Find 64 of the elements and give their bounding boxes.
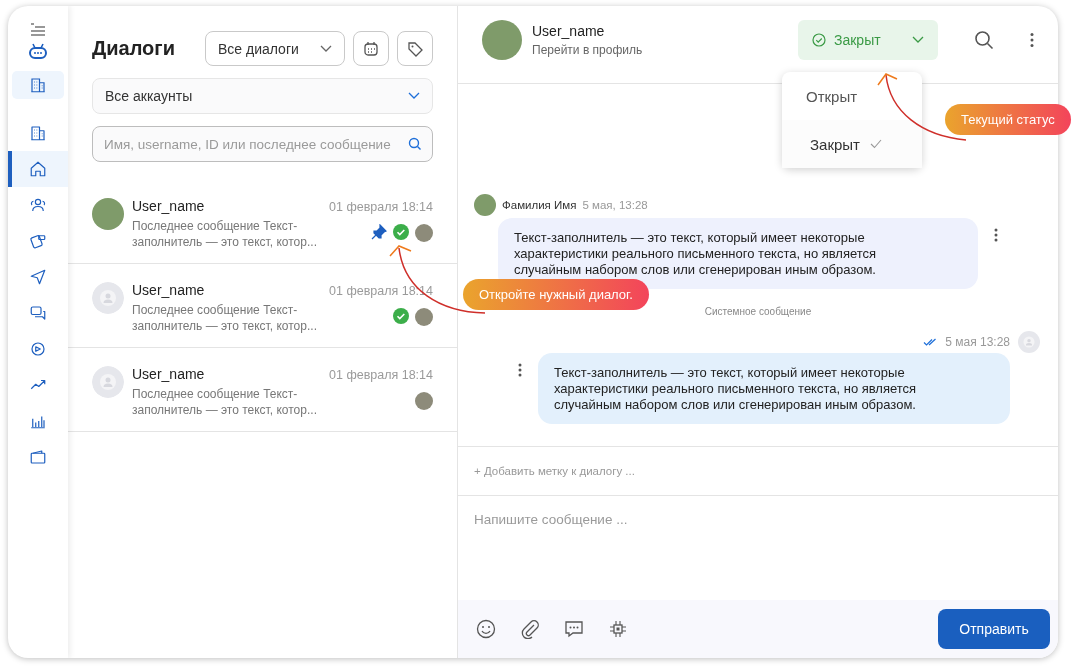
send-icon	[29, 268, 47, 286]
wallet-icon	[29, 448, 47, 466]
profile-link[interactable]: Перейти в профиль	[532, 42, 788, 57]
users-icon	[29, 196, 47, 214]
search-icon	[408, 137, 422, 151]
calendar-icon	[363, 40, 379, 57]
more-icon[interactable]	[994, 228, 998, 242]
robot-icon[interactable]	[28, 43, 48, 61]
message-time: 5 мая, 13:28	[582, 199, 648, 211]
building-icon	[29, 124, 47, 142]
more-icon[interactable]	[518, 363, 522, 377]
chat-bubble-icon[interactable]	[564, 619, 584, 639]
check-circle-icon	[812, 32, 826, 47]
chevron-down-icon	[408, 92, 420, 100]
message-time: 5 мая 13:28	[945, 335, 1010, 349]
sidebar-nav-item[interactable]	[8, 151, 68, 187]
dialog-preview: Последнее сообщение Текст-заполнитель — это текст, котор...	[132, 302, 318, 334]
search-icon[interactable]	[974, 29, 994, 50]
search-field[interactable]: Имя, username, ID или последнее сообщение	[92, 126, 433, 162]
agent-avatar	[415, 308, 433, 326]
dialog-preview: Последнее сообщение Текст-заполнитель — это текст, котор...	[132, 218, 318, 250]
dialog-name: User_name	[132, 198, 205, 214]
agent-avatar	[415, 224, 433, 242]
dialog-name: User_name	[132, 282, 205, 298]
more-icon[interactable]	[1030, 31, 1034, 48]
cards-icon	[29, 232, 47, 250]
user-name: User_name	[532, 22, 606, 39]
chip-icon[interactable]	[608, 619, 628, 639]
dialog-time: 01 февраля 18:14	[329, 368, 433, 382]
system-message: Системное сообщение	[704, 306, 812, 317]
status-option[interactable]: Открыт	[782, 72, 922, 120]
tag-button[interactable]	[397, 31, 433, 66]
author-name: Фамилия Имя	[502, 199, 577, 211]
circle-icon	[29, 340, 47, 358]
tag-icon	[407, 40, 423, 57]
building-icon	[29, 76, 47, 94]
dialog-item[interactable]: User_name 01 февраля 18:14 Последнее сообщение Текст-заполнитель — это текст, котор...	[68, 180, 457, 264]
status-option[interactable]: Закрыт	[782, 120, 922, 168]
dialog-preview: Последнее сообщение Текст-заполнитель — это текст, котор...	[132, 386, 318, 418]
callout-label: Откройте нужный диалог.	[463, 279, 649, 310]
message-bubble: Текст-заполнитель — это текст, который имеет некоторые характеристики реального письменного текста, но является случайным набором слов или сгенерирован иным образом.	[538, 353, 1010, 424]
chat-icon	[29, 304, 47, 322]
send-button[interactable]: Отправить	[938, 609, 1050, 649]
avatar-photo	[482, 19, 522, 60]
emoji-icon[interactable]	[476, 619, 496, 639]
dialog-name: User_name	[132, 366, 205, 382]
dialog-time: 01 февраля 18:14	[329, 200, 433, 214]
dialog-item[interactable]: User_name 01 февраля 18:14 Последнее сообщение Текст-заполнитель — это текст, котор...	[68, 348, 457, 432]
calendar-button[interactable]	[353, 31, 389, 66]
paperclip-icon[interactable]	[520, 619, 540, 639]
message-bubble: Текст-заполнитель — это текст, который имеет некоторые характеристики реального письменного текста, но является случайным набором слов или сгенерирован иным образом.	[498, 218, 978, 289]
menu-icon[interactable]	[29, 23, 47, 37]
checkmark-icon	[869, 139, 882, 149]
callout-label: Текущий статус	[945, 104, 1071, 135]
accounts-dropdown[interactable]: Все аккаунты	[92, 78, 433, 114]
avatar-photo	[474, 194, 496, 216]
avatar-placeholder-icon	[1018, 331, 1040, 353]
panel-title: Диалоги	[92, 37, 176, 60]
agent-avatar	[415, 392, 433, 410]
chevron-down-icon	[320, 44, 332, 53]
chevron-down-icon	[912, 35, 924, 44]
account-button[interactable]	[12, 71, 64, 99]
dialogs-filter-dropdown[interactable]: Все диалоги	[205, 31, 345, 66]
home-icon	[29, 160, 47, 178]
